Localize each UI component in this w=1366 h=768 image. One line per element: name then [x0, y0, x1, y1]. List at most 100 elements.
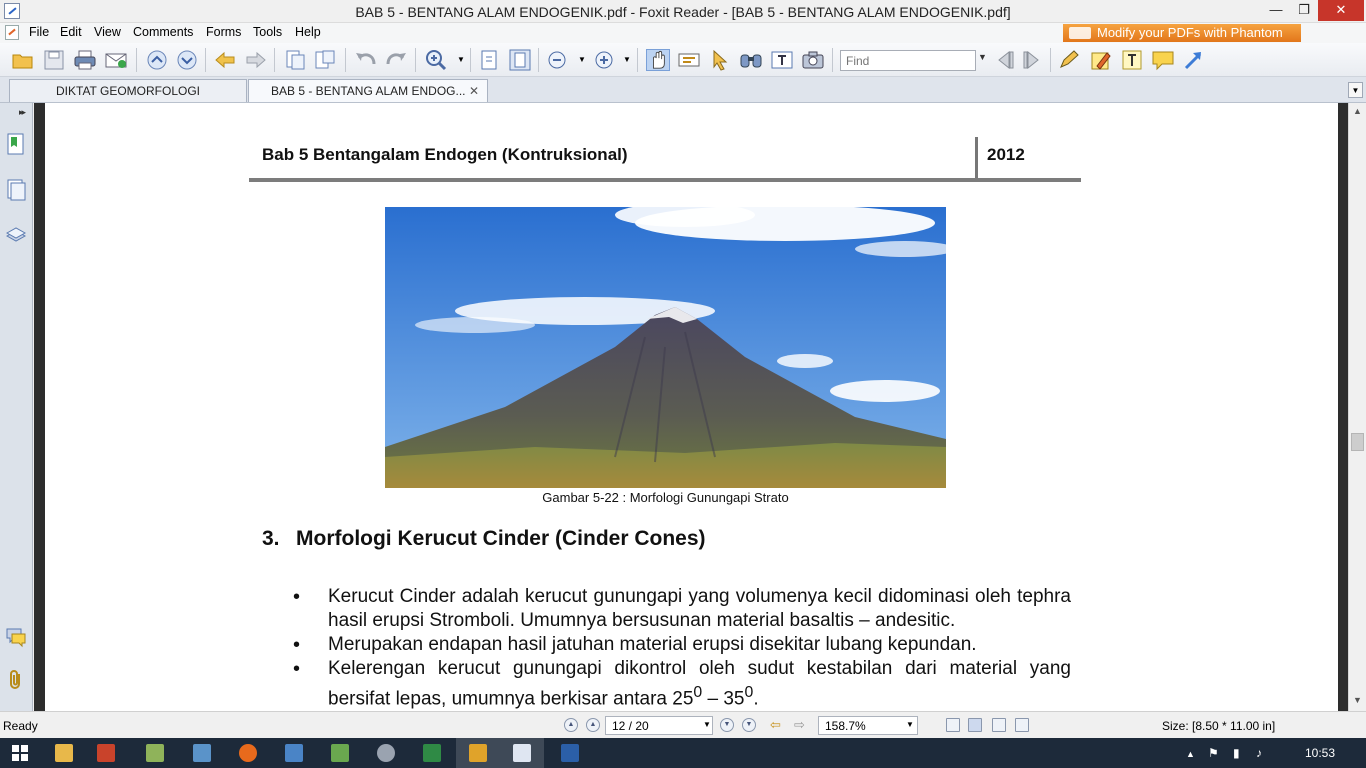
menu-help[interactable]: Help — [295, 25, 321, 39]
collapse-panel-icon[interactable]: ▸▸ — [19, 107, 26, 118]
bullet-list: Kerucut Cinder adalah kerucut gunungapi … — [293, 585, 1071, 711]
keyboard-icon — [285, 744, 303, 762]
taskbar-firefox[interactable] — [226, 738, 270, 768]
find-input[interactable] — [840, 50, 976, 71]
zoom-level-input[interactable] — [818, 716, 918, 735]
select-annotation-icon[interactable] — [708, 49, 732, 71]
taskbar-file-explorer[interactable] — [42, 738, 86, 768]
back-arrow-icon[interactable] — [213, 49, 237, 71]
volume-icon[interactable]: ♪ — [1256, 746, 1262, 760]
menu-tools[interactable]: Tools — [253, 25, 282, 39]
single-page-layout-icon[interactable] — [946, 718, 960, 732]
tab-list-dropdown[interactable]: ▼ — [1348, 82, 1363, 98]
document-icon[interactable] — [5, 25, 19, 40]
phantom-promo-banner[interactable]: Modify your PDFs with Phantom — [1063, 24, 1301, 42]
next-view-icon[interactable]: ⇨ — [794, 717, 805, 733]
find-next-icon[interactable] — [1020, 49, 1044, 71]
menu-comments[interactable]: Comments — [133, 25, 193, 39]
first-page-icon[interactable]: ▲ — [564, 718, 578, 732]
taskbar-notepad[interactable] — [133, 738, 177, 768]
list-item: Kerucut Cinder adalah kerucut gunungapi … — [293, 585, 1071, 633]
continuous-facing-layout-icon[interactable] — [1015, 718, 1029, 732]
print-icon[interactable] — [73, 49, 97, 71]
actual-size-icon[interactable] — [477, 49, 501, 71]
page-thumbnails-icon[interactable] — [6, 179, 26, 201]
redo-icon[interactable] — [384, 49, 408, 71]
hand-tool-icon[interactable] — [646, 49, 670, 71]
taskbar-keyboard-app[interactable] — [272, 738, 316, 768]
open-folder-icon[interactable] — [11, 49, 35, 71]
zoom-plus-dropdown-arrow[interactable]: ▼ — [623, 55, 631, 64]
insert-pages-icon[interactable] — [313, 49, 337, 71]
select-text-icon[interactable] — [677, 49, 701, 71]
prev-page-status-icon[interactable]: ▲ — [586, 718, 600, 732]
pencil-drawing-icon[interactable] — [1058, 49, 1082, 71]
zoom-dropdown-arrow[interactable]: ▼ — [457, 55, 465, 64]
tab-close-icon[interactable]: ✕ — [469, 80, 479, 102]
last-page-icon[interactable]: ▼ — [742, 718, 756, 732]
previous-page-icon[interactable] — [145, 49, 169, 71]
scrollbar-thumb[interactable] — [1351, 433, 1364, 451]
taskbar-pdf-app[interactable] — [456, 738, 500, 768]
page-number-input[interactable] — [605, 716, 713, 735]
show-hidden-icons-icon[interactable]: ▲ — [1186, 749, 1195, 759]
fit-page-icon[interactable] — [508, 49, 532, 71]
action-center-flag-icon[interactable]: ⚑ — [1208, 746, 1219, 760]
menu-file[interactable]: File — [29, 25, 49, 39]
zoom-level-dropdown[interactable]: ▼ — [906, 720, 914, 729]
taskbar-excel[interactable] — [410, 738, 454, 768]
find-options-dropdown[interactable]: ▼ — [978, 52, 987, 62]
typewriter-icon[interactable] — [770, 49, 794, 71]
previous-view-icon[interactable]: ⇦ — [770, 717, 781, 733]
window-title: BAB 5 - BENTANG ALAM ENDOGENIK.pdf - Fox… — [355, 4, 1011, 20]
forward-arrow-icon[interactable] — [244, 49, 268, 71]
next-page-status-icon[interactable]: ▼ — [720, 718, 734, 732]
taskbar-app-green[interactable] — [318, 738, 362, 768]
scroll-down-arrow-icon[interactable]: ▼ — [1353, 695, 1362, 705]
arrow-tool-icon[interactable] — [1182, 49, 1206, 71]
tab-diktat-geomorfologi[interactable]: DIKTAT GEOMORFOLOGI — [9, 79, 247, 102]
binoculars-find-icon[interactable] — [739, 49, 763, 71]
minimize-button[interactable]: — — [1262, 0, 1290, 21]
extract-pages-icon[interactable] — [283, 49, 307, 71]
menu-forms[interactable]: Forms — [206, 25, 241, 39]
save-icon[interactable] — [42, 49, 66, 71]
scroll-up-arrow-icon[interactable]: ▲ — [1353, 106, 1362, 116]
close-window-button[interactable]: ✕ — [1318, 0, 1364, 21]
next-page-icon[interactable] — [175, 49, 199, 71]
highlight-icon[interactable] — [1089, 49, 1113, 71]
menu-edit[interactable]: Edit — [60, 25, 82, 39]
undo-icon[interactable] — [354, 49, 378, 71]
menu-view[interactable]: View — [94, 25, 121, 39]
taskbar-foxit-reader[interactable] — [500, 738, 544, 768]
tab-bab5-bentang-alam[interactable]: BAB 5 - BENTANG ALAM ENDOG... ✕ — [248, 79, 488, 102]
note-comment-icon[interactable] — [1151, 49, 1175, 71]
document-viewport[interactable]: Bab 5 Bentangalam Endogen (Kontruksional… — [34, 103, 1348, 711]
email-icon[interactable] — [104, 49, 128, 71]
zoom-plus-icon[interactable] — [592, 49, 616, 71]
restore-button[interactable]: ❐ — [1290, 0, 1318, 21]
taskbar-word[interactable] — [548, 738, 592, 768]
taskbar-powerpoint[interactable] — [84, 738, 128, 768]
zoom-in-icon[interactable] — [424, 49, 448, 71]
bookmarks-icon[interactable] — [6, 133, 26, 155]
facing-layout-icon[interactable] — [992, 718, 1006, 732]
network-status-icon[interactable]: ▮ — [1233, 746, 1240, 760]
zoom-out-icon[interactable] — [545, 49, 569, 71]
taskbar-chrome[interactable] — [364, 738, 408, 768]
navigation-panel: ▸▸ — [0, 103, 33, 711]
attachments-paperclip-icon[interactable] — [6, 669, 26, 691]
page-number-dropdown[interactable]: ▼ — [703, 720, 711, 729]
word-icon — [561, 744, 579, 762]
start-button[interactable] — [0, 738, 44, 768]
taskbar-network-app[interactable] — [180, 738, 224, 768]
layers-icon[interactable] — [6, 224, 26, 246]
vertical-scrollbar[interactable]: ▲ ▼ — [1348, 103, 1366, 711]
textbox-icon[interactable] — [1120, 49, 1144, 71]
zoom-out-dropdown-arrow[interactable]: ▼ — [578, 55, 586, 64]
snapshot-camera-icon[interactable] — [801, 49, 825, 71]
taskbar-clock[interactable]: 10:53 — [1305, 746, 1335, 760]
continuous-layout-icon[interactable] — [968, 718, 982, 732]
find-previous-icon[interactable] — [993, 49, 1017, 71]
comments-panel-icon[interactable] — [6, 626, 26, 648]
